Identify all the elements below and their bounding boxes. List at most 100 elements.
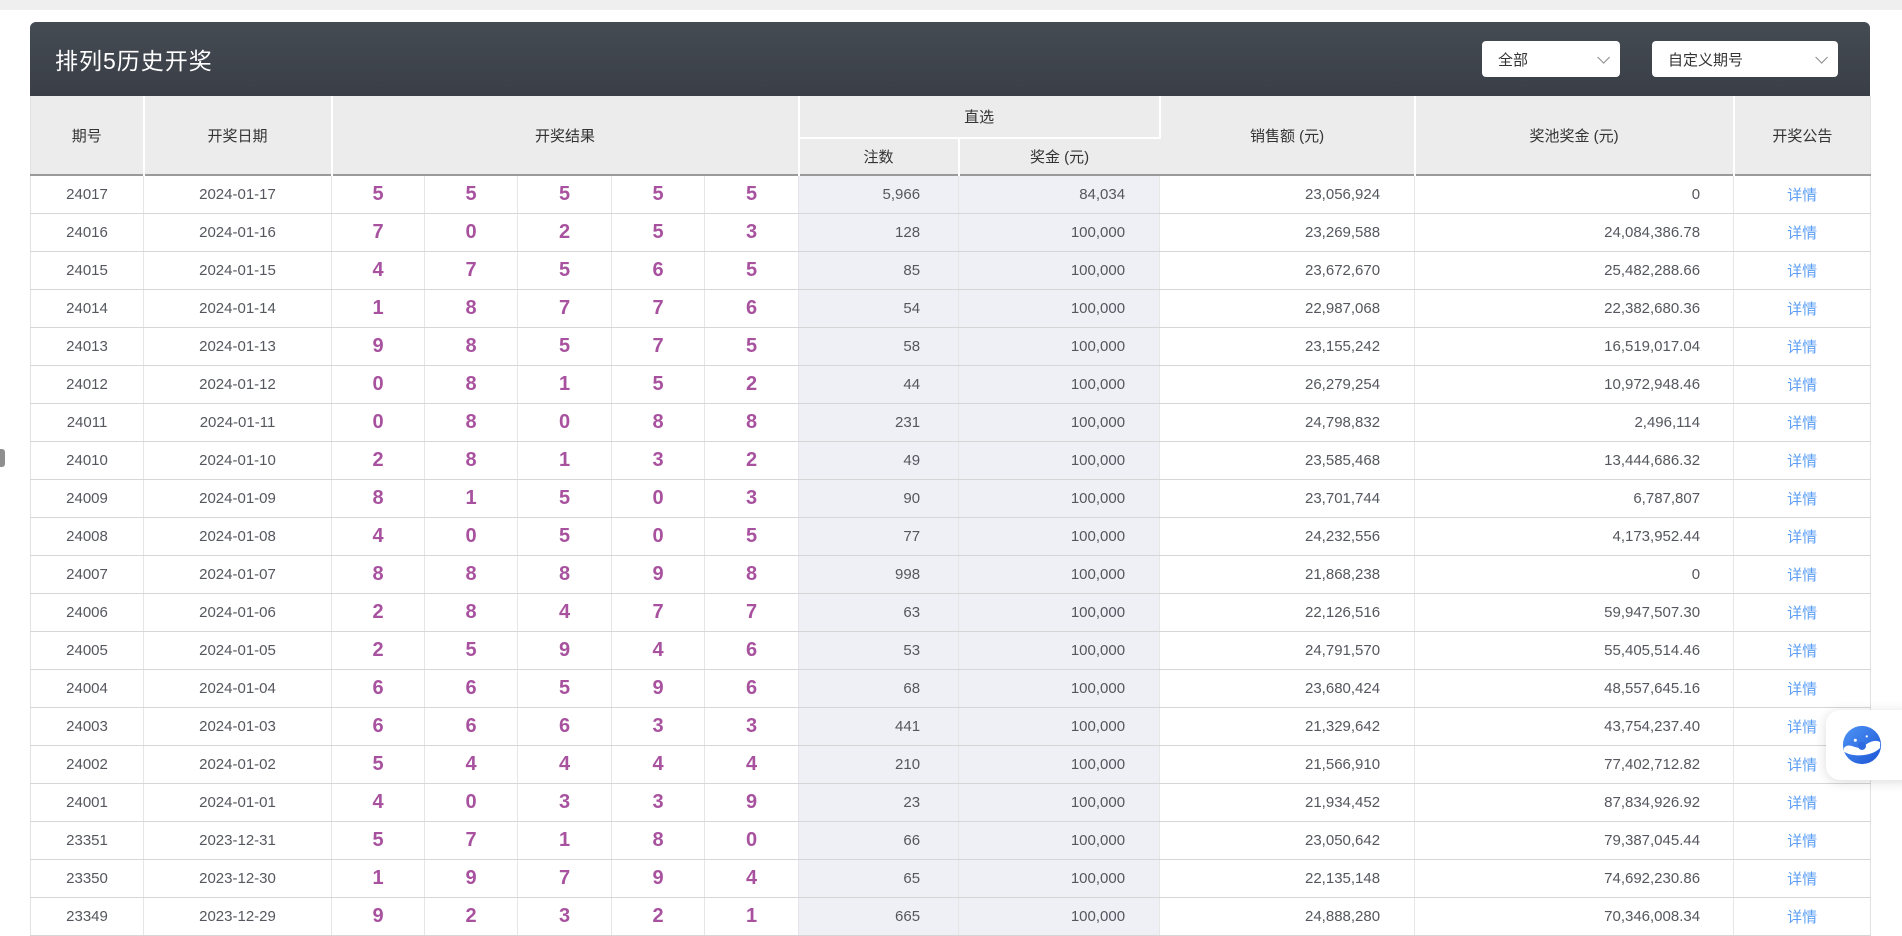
detail-link[interactable]: 详情 (1787, 453, 1817, 470)
detail-link[interactable]: 详情 (1787, 833, 1817, 850)
prize-cell: 100,000 (959, 403, 1160, 441)
detail-link[interactable]: 详情 (1787, 529, 1817, 546)
prize-cell: 100,000 (959, 783, 1160, 821)
pool-cell: 13,444,686.32 (1415, 441, 1734, 479)
pool-cell: 22,382,680.36 (1415, 289, 1734, 327)
draw-number-cell: 8 (705, 555, 799, 593)
prize-cell: 100,000 (959, 327, 1160, 365)
bets-cell: 23 (799, 783, 959, 821)
draw-number-cell: 3 (705, 479, 799, 517)
detail-link[interactable]: 详情 (1787, 643, 1817, 660)
panel-title-bar: 排列5历史开奖 全部 自定义期号 (30, 22, 1870, 96)
draw-number-cell: 2 (705, 441, 799, 479)
period-cell: 24007 (31, 555, 144, 593)
detail-link[interactable]: 详情 (1787, 339, 1817, 356)
bets-cell: 66 (799, 821, 959, 859)
header-date: 开奖日期 (144, 96, 332, 175)
header-zhixuan-group: 直选 (799, 96, 1160, 138)
pool-cell: 79,387,045.44 (1415, 821, 1734, 859)
header-sales: 销售额 (元) (1160, 96, 1415, 175)
draw-number-cell: 1 (332, 289, 425, 327)
prize-cell: 84,034 (959, 175, 1160, 213)
detail-link[interactable]: 详情 (1787, 909, 1817, 926)
date-cell: 2024-01-14 (144, 289, 332, 327)
date-cell: 2024-01-04 (144, 669, 332, 707)
history-panel: 排列5历史开奖 全部 自定义期号 期号 开奖日期 开奖结果 直选 销售额 (元)… (30, 22, 1870, 936)
detail-link[interactable]: 详情 (1787, 263, 1817, 280)
draw-number-cell: 7 (425, 251, 518, 289)
detail-link[interactable]: 详情 (1787, 415, 1817, 432)
period-cell: 23350 (31, 859, 144, 897)
sales-cell: 21,329,642 (1160, 707, 1415, 745)
pool-cell: 2,496,114 (1415, 403, 1734, 441)
draw-number-cell: 4 (518, 593, 612, 631)
sales-cell: 24,888,280 (1160, 897, 1415, 935)
announcement-cell: 详情 (1734, 555, 1871, 593)
draw-number-cell: 5 (518, 251, 612, 289)
table-row: 240122024-01-120815244100,00026,279,2541… (31, 365, 1871, 403)
announcement-cell: 详情 (1734, 783, 1871, 821)
pool-cell: 48,557,645.16 (1415, 669, 1734, 707)
draw-number-cell: 5 (705, 327, 799, 365)
period-cell: 24010 (31, 441, 144, 479)
announcement-cell: 详情 (1734, 175, 1871, 213)
header-announcement: 开奖公告 (1734, 96, 1871, 175)
detail-link[interactable]: 详情 (1787, 605, 1817, 622)
draw-number-cell: 5 (518, 175, 612, 213)
draw-number-cell: 9 (705, 783, 799, 821)
draw-number-cell: 3 (612, 707, 705, 745)
draw-number-cell: 8 (518, 555, 612, 593)
bets-cell: 210 (799, 745, 959, 783)
draw-number-cell: 2 (332, 593, 425, 631)
detail-link[interactable]: 详情 (1787, 681, 1817, 698)
detail-link[interactable]: 详情 (1787, 795, 1817, 812)
draw-number-cell: 9 (612, 859, 705, 897)
draw-number-cell: 4 (518, 745, 612, 783)
draw-number-cell: 3 (612, 783, 705, 821)
draw-number-cell: 5 (518, 669, 612, 707)
detail-link[interactable]: 详情 (1787, 301, 1817, 318)
left-edge-handle[interactable] (0, 449, 5, 467)
draw-number-cell: 7 (612, 289, 705, 327)
date-cell: 2024-01-17 (144, 175, 332, 213)
draw-number-cell: 3 (518, 783, 612, 821)
date-cell: 2023-12-31 (144, 821, 332, 859)
draw-number-cell: 4 (425, 745, 518, 783)
detail-link[interactable]: 详情 (1787, 871, 1817, 888)
bets-cell: 441 (799, 707, 959, 745)
detail-link[interactable]: 详情 (1787, 567, 1817, 584)
draw-number-cell: 5 (518, 517, 612, 555)
sales-cell: 23,056,924 (1160, 175, 1415, 213)
sales-cell: 21,868,238 (1160, 555, 1415, 593)
table-row: 240142024-01-141877654100,00022,987,0682… (31, 289, 1871, 327)
table-row: 240092024-01-098150390100,00023,701,7446… (31, 479, 1871, 517)
period-cell: 24001 (31, 783, 144, 821)
date-cell: 2024-01-08 (144, 517, 332, 555)
sales-cell: 23,672,670 (1160, 251, 1415, 289)
period-cell: 23351 (31, 821, 144, 859)
sales-cell: 23,585,468 (1160, 441, 1415, 479)
draw-number-cell: 1 (705, 897, 799, 935)
detail-link[interactable]: 详情 (1787, 719, 1817, 736)
period-cell: 24016 (31, 213, 144, 251)
sales-cell: 26,279,254 (1160, 365, 1415, 403)
draw-number-cell: 7 (705, 593, 799, 631)
detail-link[interactable]: 详情 (1787, 377, 1817, 394)
table-row: 240052024-01-052594653100,00024,791,5705… (31, 631, 1871, 669)
period-cell: 24011 (31, 403, 144, 441)
bets-cell: 68 (799, 669, 959, 707)
draw-number-cell: 3 (705, 213, 799, 251)
draw-number-cell: 5 (332, 821, 425, 859)
bets-cell: 65 (799, 859, 959, 897)
floating-widget-button[interactable] (1826, 710, 1902, 780)
prize-cell: 100,000 (959, 251, 1160, 289)
draw-number-cell: 8 (425, 403, 518, 441)
draw-number-cell: 5 (518, 327, 612, 365)
table-row: 240012024-01-014033923100,00021,934,4528… (31, 783, 1871, 821)
detail-link[interactable]: 详情 (1787, 491, 1817, 508)
detail-link[interactable]: 详情 (1787, 187, 1817, 204)
detail-link[interactable]: 详情 (1787, 225, 1817, 242)
detail-link[interactable]: 详情 (1787, 757, 1817, 774)
period-range-dropdown[interactable]: 自定义期号 (1652, 41, 1838, 77)
lottery-type-dropdown[interactable]: 全部 (1482, 41, 1620, 77)
